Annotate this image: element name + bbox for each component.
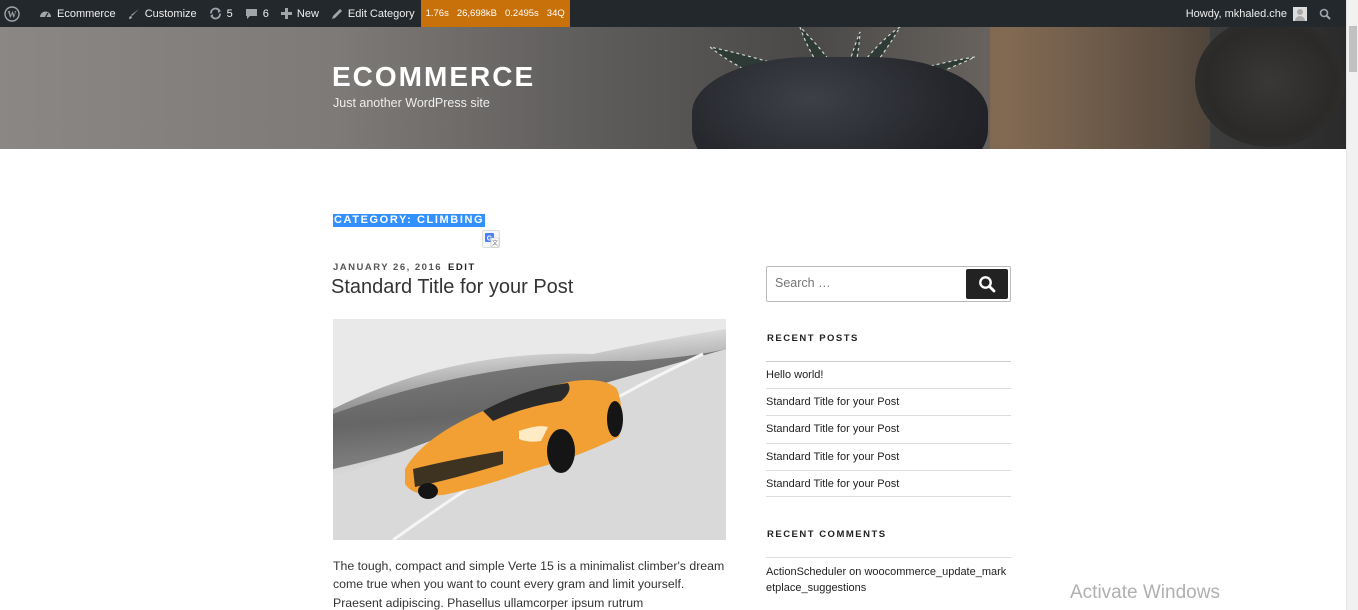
post-date[interactable]: JANUARY 26, 2016 [333, 262, 442, 273]
howdy-label: Howdy, mkhaled.che [1185, 7, 1287, 20]
wordpress-logo-icon[interactable]: W [0, 0, 33, 27]
adminbar-comments[interactable]: 6 [239, 0, 275, 27]
brush-icon [128, 8, 139, 19]
edit-category-label: Edit Category [347, 7, 415, 20]
header-pot [692, 57, 988, 149]
new-label: New [296, 7, 319, 20]
customize-label: Customize [144, 7, 197, 20]
query-monitor[interactable]: 1.76s 26,698kB 0.2495s 34Q [420, 0, 570, 27]
search-button[interactable] [966, 269, 1008, 299]
svg-text:文: 文 [492, 239, 498, 247]
site-header: ECOMMERCE Just another WordPress site [0, 27, 1346, 149]
list-item[interactable]: Hello world! [766, 361, 1011, 388]
qm-query-time: 0.2495s [504, 8, 539, 19]
adminbar-search[interactable] [1313, 0, 1346, 27]
post-title[interactable]: Standard Title for your Post [331, 276, 573, 299]
archive-title: CATEGORY: CLIMBING [333, 214, 486, 227]
dashboard-icon [40, 11, 51, 17]
header-background [990, 27, 1210, 149]
search-form [766, 266, 1011, 302]
adminbar-edit-category[interactable]: Edit Category [325, 0, 421, 27]
admin-bar: W Ecommerce Customize 5 6 New Edit Categ… [0, 0, 1346, 27]
comments-count: 6 [262, 7, 269, 20]
plus-icon [280, 8, 292, 19]
adminbar-site-link[interactable]: Ecommerce [33, 0, 122, 27]
qm-queries: 34Q [546, 8, 565, 19]
post-excerpt: The tough, compact and simple Verte 15 i… [333, 559, 725, 610]
translate-icon[interactable]: G文 [482, 230, 500, 248]
list-item[interactable]: Standard Title for your Post [766, 415, 1011, 442]
recent-comment-item[interactable]: ActionScheduler on woocommerce_update_ma… [766, 557, 1011, 596]
avatar [1293, 6, 1307, 21]
activate-windows-watermark: Activate Windows [1070, 582, 1220, 603]
site-title[interactable]: ECOMMERCE [332, 61, 535, 93]
adminbar-my-account[interactable]: Howdy, mkhaled.che [1180, 0, 1313, 27]
recent-comments-title: RECENT COMMENTS [767, 529, 887, 540]
site-tagline: Just another WordPress site [333, 96, 490, 110]
search-icon [1319, 8, 1331, 20]
svg-text:W: W [8, 9, 17, 19]
vertical-scrollbar[interactable] [1346, 0, 1358, 610]
post-edit-link[interactable]: EDIT [448, 262, 476, 273]
list-item[interactable]: Standard Title for your Post [766, 442, 1011, 470]
header-background-pot [1195, 27, 1345, 147]
list-item[interactable]: Standard Title for your Post [766, 388, 1011, 415]
adminbar-updates[interactable]: 5 [203, 0, 239, 27]
search-input[interactable] [775, 276, 955, 290]
comment-icon [245, 8, 257, 19]
updates-icon [209, 7, 221, 20]
site-name-label: Ecommerce [57, 7, 116, 20]
recent-posts-title: RECENT POSTS [767, 333, 859, 344]
recent-posts-list: Hello world! Standard Title for your Pos… [766, 361, 1011, 497]
qm-memory: 26,698kB [456, 8, 497, 19]
qm-time: 1.76s [425, 8, 449, 19]
adminbar-customize[interactable]: Customize [122, 0, 203, 27]
pencil-icon [331, 8, 342, 19]
adminbar-new[interactable]: New [275, 0, 325, 27]
search-icon [979, 276, 996, 293]
post-meta: JANUARY 26, 2016 EDIT [333, 262, 476, 273]
list-item[interactable]: Standard Title for your Post [766, 469, 1011, 497]
updates-count: 5 [226, 7, 233, 20]
scrollbar-thumb[interactable] [1349, 26, 1357, 72]
post-featured-image[interactable] [333, 319, 726, 540]
